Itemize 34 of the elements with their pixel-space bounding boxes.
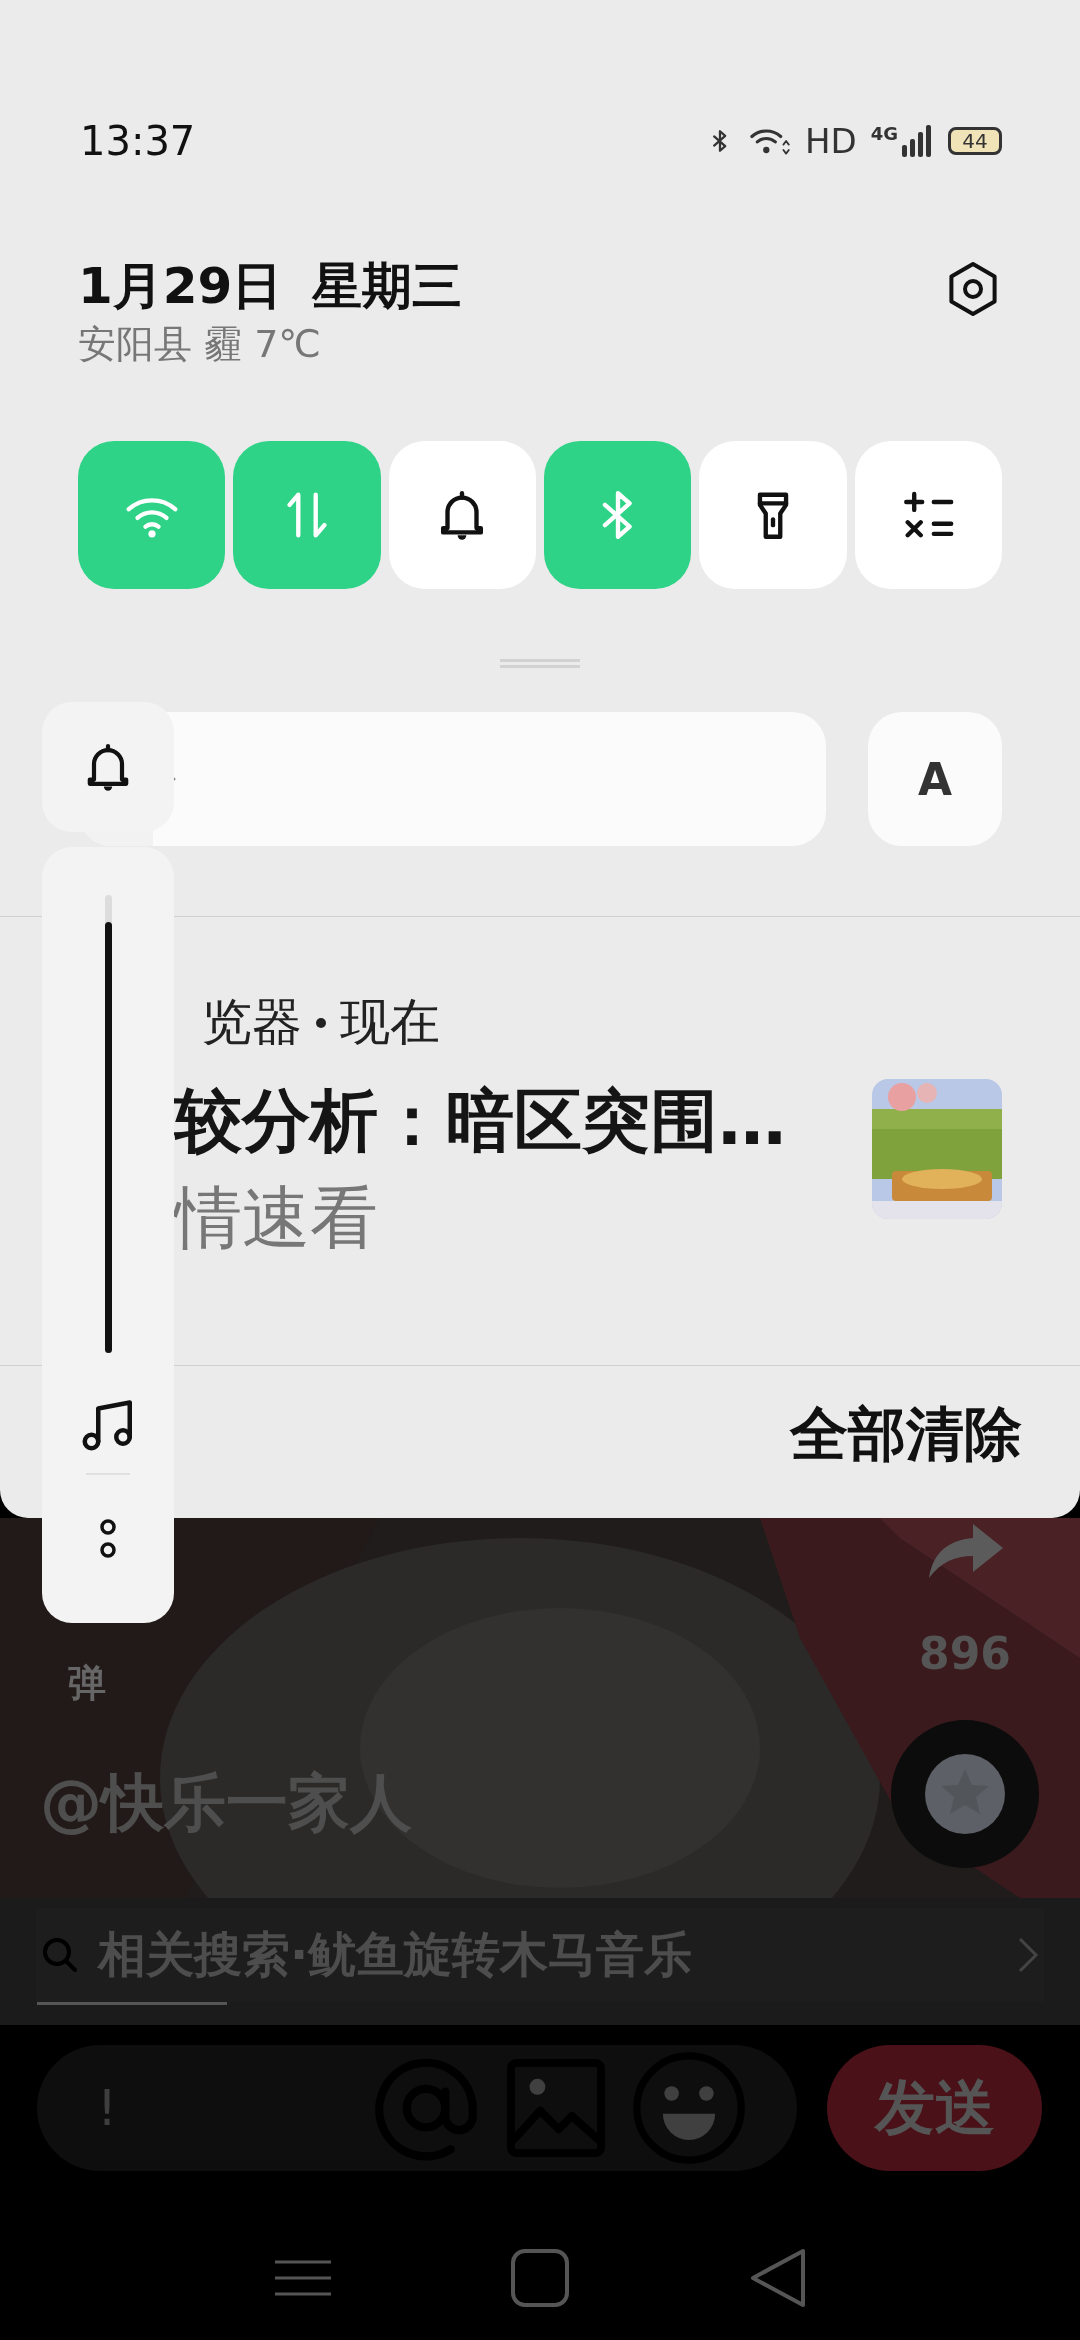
quick-setting-tile[interactable] xyxy=(699,441,847,589)
separator-dot xyxy=(316,1017,326,1028)
auto-brightness-button[interactable]: A xyxy=(868,712,1002,846)
quick-setting-tile[interactable] xyxy=(388,441,536,589)
notification-body: 情速看 xyxy=(174,1177,379,1259)
share-count: 896 xyxy=(919,1628,1011,1679)
signal-icon xyxy=(900,123,934,159)
music-disc-icon[interactable] xyxy=(890,1719,1040,1869)
menu-icon[interactable] xyxy=(273,2258,334,2298)
app-name: 览器 xyxy=(202,992,302,1053)
danmaku-toggle[interactable]: 弹 xyxy=(68,1658,412,1709)
comment-input-field[interactable]: ! xyxy=(37,2045,797,2171)
chevron-right-icon xyxy=(1016,1935,1040,1975)
quick-setting-tile[interactable] xyxy=(78,441,226,589)
send-button[interactable]: 发送 xyxy=(827,2045,1042,2171)
network-label: HD xyxy=(804,121,857,161)
notification-time: 现在 xyxy=(340,992,440,1053)
drag-handle[interactable] xyxy=(500,659,580,668)
clear-all-button[interactable]: 全部清除 xyxy=(790,1396,1022,1474)
date-text: 1月29日 xyxy=(78,256,283,316)
more-dots-icon[interactable] xyxy=(98,1517,118,1561)
quick-setting-tile[interactable] xyxy=(544,441,692,589)
battery-level: 44 xyxy=(962,129,988,153)
search-icon xyxy=(40,1935,80,1975)
weekday-text: 星期三 xyxy=(312,256,463,316)
notification-title: 较分析：暗区突围… xyxy=(174,1080,786,1162)
emoji-icon[interactable] xyxy=(631,2050,747,2166)
weather-text: 安阳县 霾 7℃ xyxy=(78,321,322,368)
status-time: 13:37 xyxy=(80,118,196,164)
quick-setting-tile[interactable] xyxy=(233,441,381,589)
cellular-label: 4G xyxy=(870,123,898,144)
quick-setting-tile[interactable] xyxy=(854,441,1002,589)
ringer-mode-popup[interactable] xyxy=(42,702,174,832)
home-square-icon[interactable] xyxy=(510,2248,570,2308)
